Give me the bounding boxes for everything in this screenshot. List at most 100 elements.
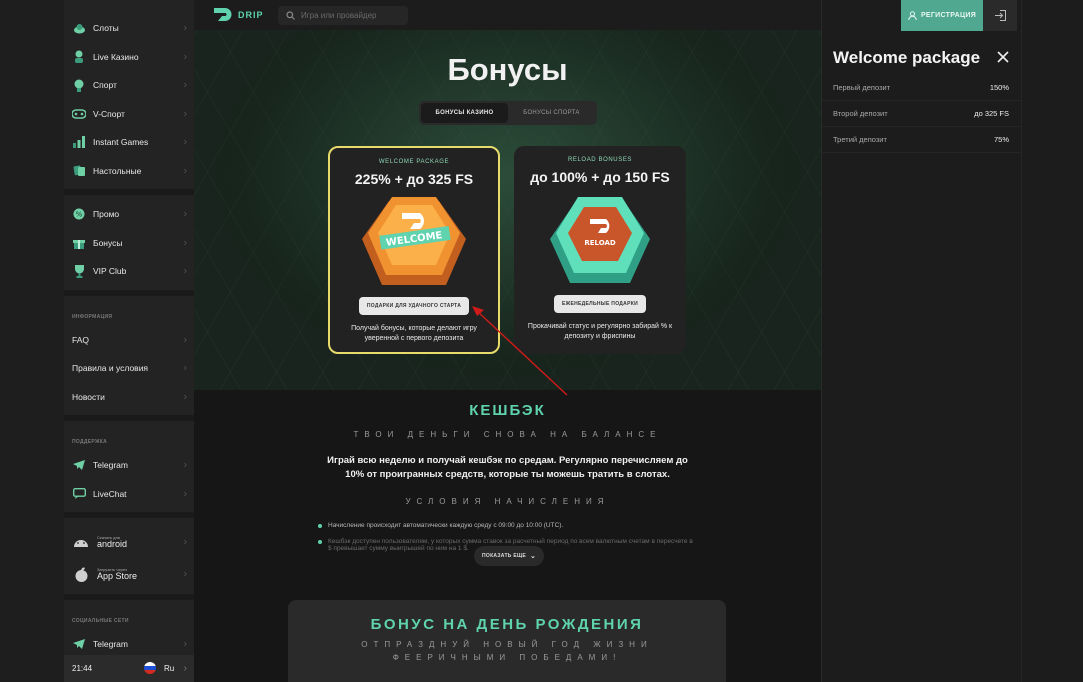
- card-headline: до 100% + до 150 FS: [530, 169, 670, 185]
- chevron-right-icon: ›: [183, 459, 187, 471]
- chevron-right-icon: ›: [183, 362, 187, 374]
- card-description: Получай бонусы, которые делают игру увер…: [351, 325, 477, 342]
- chevron-right-icon: ›: [183, 265, 187, 277]
- birthday-bonus-block: БОНУС НА ДЕНЬ РОЖДЕНИЯ ОТПРАЗДНУЙ НОВЫЙ …: [288, 600, 726, 682]
- reload-badge-icon: RELOAD: [540, 193, 660, 289]
- panel-title: Welcome package: [833, 48, 981, 67]
- telegram-icon: [72, 637, 86, 651]
- cashback-subtitle: ТВОИ ДЕНЬГИ СНОВА НА БАЛАНСЕ: [353, 430, 662, 439]
- show-more-label: ПОКАЗАТЬ ЕЩЕ: [482, 553, 527, 559]
- card-eyebrow: WELCOME PACKAGE: [378, 159, 450, 165]
- bonus-tabs: БОНУСЫ КАЗИНО БОНУСЫ СПОРТА: [419, 101, 597, 125]
- logo-text: DRIP: [238, 9, 264, 20]
- sidebar-item-vsport[interactable]: V-Спорт ›: [64, 100, 194, 129]
- svg-text:%: %: [76, 211, 83, 219]
- chevron-right-icon: ›: [183, 536, 187, 548]
- telegram-icon: [72, 458, 86, 472]
- sidebar-item-bonuses[interactable]: Бонусы ›: [64, 229, 194, 258]
- chevron-right-icon: ›: [183, 136, 187, 148]
- sidebar-item-label: LiveChat: [93, 488, 127, 499]
- sport-icon: [72, 78, 86, 92]
- gift-icon: [72, 236, 86, 250]
- clock-time: 21:44: [72, 664, 93, 673]
- promo-icon: %: [72, 207, 86, 221]
- sidebar-item-label: Instant Games: [93, 137, 149, 148]
- section-label-info: ИНФОРМАЦИЯ: [72, 313, 113, 320]
- sidebar-promo-group: % Промо › Бонусы › VIP Club ›: [64, 195, 194, 296]
- appstore-download-link[interactable]: Загрузить через App Store ›: [64, 558, 194, 590]
- sidebar-social-group: СОЦИАЛЬНЫЕ СЕТИ Telegram ›: [64, 600, 194, 663]
- close-icon[interactable]: [996, 50, 1010, 64]
- top-bar: DRIP: [194, 0, 821, 30]
- deposit-label: Третий депозит: [833, 135, 887, 144]
- android-store-label: Скачать для android: [97, 535, 128, 549]
- weekly-gifts-button[interactable]: ЕЖЕНЕДЕЛЬНЫЕ ПОДАРКИ: [554, 295, 646, 313]
- chevron-right-icon: ›: [183, 391, 187, 403]
- welcome-package-panel: РЕГИСТРАЦИЯ Welcome package Первый депоз…: [821, 0, 1083, 682]
- logo[interactable]: DRIP: [214, 8, 264, 21]
- table-games-icon: [72, 164, 86, 178]
- card-eyebrow: RELOAD BONUSES: [567, 157, 633, 163]
- sidebar-item-label: Слоты: [93, 23, 119, 34]
- register-button[interactable]: РЕГИСТРАЦИЯ: [901, 0, 983, 31]
- sidebar-item-label: Спорт: [93, 80, 117, 91]
- chevron-down-icon: ⌄: [530, 553, 537, 560]
- tab-sport-bonuses[interactable]: БОНУСЫ СПОРТА: [508, 103, 595, 123]
- appstore-label: Загрузить через App Store: [97, 567, 137, 581]
- sidebar-item-news[interactable]: Новости ›: [64, 383, 194, 412]
- sidebar-item-promo[interactable]: % Промо ›: [64, 200, 194, 229]
- search-input[interactable]: [301, 11, 401, 20]
- deposit-row: Первый депозит 150%: [822, 75, 1022, 101]
- deposit-value: 75%: [993, 135, 1009, 144]
- language-selector[interactable]: Ru: [164, 664, 174, 673]
- section-label-social: СОЦИАЛЬНЫЕ СЕТИ: [72, 618, 129, 624]
- search-box[interactable]: [278, 6, 408, 25]
- sidebar-item-vip-club[interactable]: VIP Club ›: [64, 257, 194, 286]
- sidebar-item-label: Telegram: [93, 460, 128, 471]
- chevron-right-icon: ›: [183, 108, 187, 120]
- chevron-right-icon: ›: [183, 663, 187, 674]
- sidebar-item-live-casino[interactable]: Live Казино ›: [64, 43, 194, 72]
- vsport-icon: [72, 107, 86, 121]
- chevron-right-icon: ›: [183, 568, 187, 580]
- sidebar-item-telegram[interactable]: Telegram ›: [64, 451, 194, 480]
- cashback-text: Играй всю неделю и получай кешбэк по сре…: [327, 455, 688, 481]
- register-label: РЕГИСТРАЦИЯ: [920, 12, 977, 19]
- list-item: Начисление происходит автоматически кажд…: [318, 522, 698, 529]
- chevron-right-icon: ›: [183, 79, 187, 91]
- welcome-gifts-button[interactable]: ПОДАРКИ ДЛЯ УДАЧНОГО СТАРТА: [358, 297, 470, 315]
- sidebar-item-slots[interactable]: Слоты ›: [64, 14, 194, 43]
- main-content: DRIP Бонусы БОНУСЫ КАЗИНО БОНУСЫ СПОРТА …: [194, 0, 821, 682]
- sidebar-item-table-games[interactable]: Настольные ›: [64, 157, 194, 186]
- show-more-button[interactable]: ПОКАЗАТЬ ЕЩЕ ⌄: [474, 546, 545, 566]
- sidebar-item-livechat[interactable]: LiveChat ›: [64, 480, 194, 509]
- android-download-link[interactable]: Скачать для android ›: [64, 526, 194, 558]
- sidebar: Слоты › Live Казино › Спорт › V-Спорт › …: [64, 0, 194, 682]
- apple-icon: [72, 566, 90, 582]
- instant-games-icon: [72, 135, 86, 149]
- deposit-rows: Первый депозит 150% Второй депозит до 32…: [822, 75, 1022, 153]
- chevron-right-icon: ›: [183, 165, 187, 177]
- sidebar-item-faq[interactable]: FAQ ›: [64, 326, 194, 355]
- chevron-right-icon: ›: [183, 638, 187, 650]
- login-button[interactable]: [983, 0, 1017, 31]
- welcome-package-card[interactable]: WELCOME PACKAGE 225% + до 325 FS WELCOME…: [328, 146, 500, 354]
- russia-flag-icon[interactable]: [144, 662, 156, 674]
- badge-text: RELOAD: [584, 239, 616, 247]
- chevron-right-icon: ›: [183, 334, 187, 346]
- chat-icon: [72, 487, 86, 501]
- chevron-right-icon: ›: [183, 237, 187, 249]
- card-description: Прокачивай статус и регулярно забирай % …: [527, 323, 673, 340]
- card-headline: 225% + до 325 FS: [354, 171, 474, 187]
- sidebar-item-instant-games[interactable]: Instant Games ›: [64, 128, 194, 157]
- store-big-label: android: [97, 538, 128, 549]
- sidebar-item-label: Настольные: [93, 165, 142, 176]
- sidebar-item-label: Telegram: [93, 639, 128, 650]
- sidebar-item-rules[interactable]: Правила и условия ›: [64, 354, 194, 383]
- sidebar-apps-group: Скачать для android › Загрузить через Ap…: [64, 518, 194, 600]
- reload-bonuses-card[interactable]: RELOAD BONUSES до 100% + до 150 FS RELOA…: [514, 146, 686, 354]
- deposit-row: Третий депозит 75%: [822, 127, 1022, 153]
- sidebar-item-label: VIP Club: [93, 266, 127, 277]
- sidebar-item-sport[interactable]: Спорт ›: [64, 71, 194, 100]
- tab-casino-bonuses[interactable]: БОНУСЫ КАЗИНО: [421, 103, 508, 123]
